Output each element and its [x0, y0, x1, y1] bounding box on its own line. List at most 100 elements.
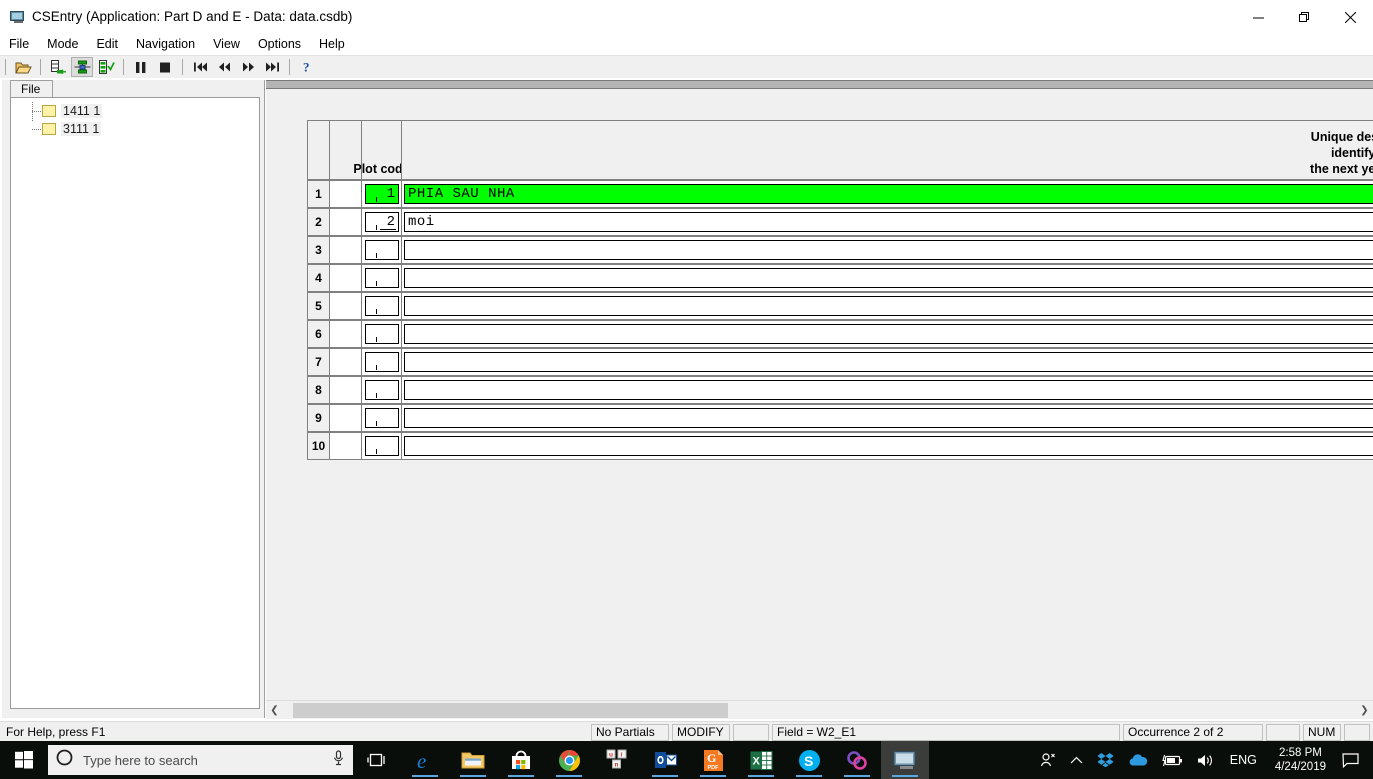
status-pane-empty	[733, 723, 769, 741]
stop-icon[interactable]	[154, 57, 176, 77]
modify-case-icon[interactable]	[71, 57, 93, 77]
edge-icon[interactable]: e	[401, 741, 449, 779]
language-indicator[interactable]: ENG	[1222, 753, 1265, 767]
menu-bar: File Mode Edit Navigation View Options H…	[0, 34, 1373, 54]
menu-help[interactable]: Help	[310, 35, 354, 53]
scroll-track[interactable]	[283, 701, 1356, 719]
pause-icon[interactable]	[130, 57, 152, 77]
csentry-icon[interactable]	[881, 741, 929, 779]
outlook-icon[interactable]	[641, 741, 689, 779]
skype-icon[interactable]: S	[785, 741, 833, 779]
description-cell	[401, 320, 1373, 348]
svg-text:G: G	[707, 751, 716, 765]
plot-code-cell	[361, 292, 401, 320]
status-field: Field = W2_E1	[772, 723, 1120, 741]
description-input[interactable]	[404, 380, 1373, 400]
last-case-icon[interactable]	[261, 57, 283, 77]
plot-code-input[interactable]	[365, 408, 399, 428]
description-cell	[401, 264, 1373, 292]
menu-mode[interactable]: Mode	[38, 35, 87, 53]
add-case-icon[interactable]	[47, 57, 69, 77]
plot-code-input[interactable]	[365, 324, 399, 344]
row-number: 6	[307, 320, 329, 348]
plot-code-input[interactable]	[365, 380, 399, 400]
tab-file[interactable]: File	[10, 80, 54, 97]
plot-code-input[interactable]	[365, 240, 399, 260]
plot-code-input[interactable]: 1	[365, 184, 399, 204]
menu-view[interactable]: View	[204, 35, 249, 53]
close-button[interactable]	[1327, 0, 1373, 34]
table-row: 6	[307, 320, 1373, 348]
microsoft-store-icon[interactable]	[497, 741, 545, 779]
volume-icon[interactable]	[1190, 741, 1222, 779]
plot-code-input[interactable]: 2	[365, 212, 399, 232]
plot-code-input[interactable]	[365, 268, 399, 288]
next-case-icon[interactable]	[237, 57, 259, 77]
status-num-lock: NUM	[1303, 723, 1341, 741]
description-input[interactable]	[404, 436, 1373, 456]
chevron-up-icon[interactable]	[1063, 741, 1090, 779]
file-explorer-icon[interactable]	[449, 741, 497, 779]
header-plot-code: Plot code	[353, 120, 410, 180]
people-icon[interactable]	[1033, 741, 1063, 779]
clock-time: 2:58 PM	[1279, 747, 1322, 759]
table-row: 4	[307, 264, 1373, 292]
minimize-button[interactable]	[1235, 0, 1281, 34]
open-icon[interactable]	[12, 57, 34, 77]
row-spacer	[329, 376, 361, 404]
plot-code-input[interactable]	[365, 436, 399, 456]
search-input[interactable]: Type here to search	[48, 745, 353, 775]
clock[interactable]: 2:58 PM 4/24/2019	[1265, 746, 1336, 774]
tree-item-1411[interactable]: 1411 1	[11, 102, 259, 120]
tree-item-label: 1411 1	[61, 104, 103, 118]
cspro-icon[interactable]	[833, 741, 881, 779]
description-input[interactable]	[404, 408, 1373, 428]
description-input[interactable]	[404, 296, 1373, 316]
plot-code-input[interactable]	[365, 296, 399, 316]
monitor-icon	[10, 11, 25, 24]
restore-button[interactable]	[1281, 0, 1327, 34]
description-input[interactable]	[404, 268, 1373, 288]
unikey-icon[interactable]: u í n	[593, 741, 641, 779]
scroll-left-icon[interactable]: ❮	[266, 702, 283, 719]
menu-options[interactable]: Options	[249, 35, 310, 53]
plot-code-input[interactable]	[365, 352, 399, 372]
tree-item-3111[interactable]: 3111 1	[11, 120, 259, 138]
onedrive-icon[interactable]	[1121, 741, 1155, 779]
description-input[interactable]	[404, 352, 1373, 372]
menu-navigation[interactable]: Navigation	[127, 35, 204, 53]
roster-header-row: Plot code Unique description identify th…	[307, 120, 1373, 180]
foxit-pdf-icon[interactable]: G PDF	[689, 741, 737, 779]
microphone-icon[interactable]	[332, 749, 345, 771]
description-input[interactable]	[404, 240, 1373, 260]
toolbar-separator	[5, 59, 6, 75]
previous-case-icon[interactable]	[213, 57, 235, 77]
plot-code-cell: 2	[361, 208, 401, 236]
scroll-right-icon[interactable]: ❯	[1356, 702, 1373, 719]
windows-logo-icon[interactable]	[0, 741, 48, 779]
menu-edit[interactable]: Edit	[87, 35, 127, 53]
description-cell: PHIA SAU NHA	[401, 180, 1373, 208]
verify-case-icon[interactable]	[95, 57, 117, 77]
description-input[interactable]: PHIA SAU NHA	[404, 184, 1373, 204]
chrome-icon[interactable]	[545, 741, 593, 779]
description-cell	[401, 236, 1373, 264]
help-icon[interactable]: ?	[296, 57, 318, 77]
description-input[interactable]	[404, 324, 1373, 344]
window-title: CSEntry (Application: Part D and E - Dat…	[32, 9, 353, 24]
first-case-icon[interactable]	[189, 57, 211, 77]
horizontal-scrollbar[interactable]: ❮ ❯	[266, 700, 1373, 719]
excel-icon[interactable]: X	[737, 741, 785, 779]
description-input[interactable]: moi	[404, 212, 1373, 232]
menu-file[interactable]: File	[0, 35, 38, 53]
tree-view[interactable]: 1411 1 3111 1	[10, 97, 260, 709]
header-corner	[307, 120, 329, 180]
battery-charging-icon[interactable]	[1155, 741, 1190, 779]
row-number: 2	[307, 208, 329, 236]
task-view-icon[interactable]	[353, 741, 401, 779]
system-tray: ENG 2:58 PM 4/24/2019	[1033, 741, 1373, 779]
status-occurrence: Occurrence 2 of 2	[1123, 723, 1263, 741]
scroll-thumb[interactable]	[293, 702, 728, 718]
notification-icon[interactable]	[1336, 752, 1369, 768]
dropbox-icon[interactable]	[1090, 741, 1121, 779]
